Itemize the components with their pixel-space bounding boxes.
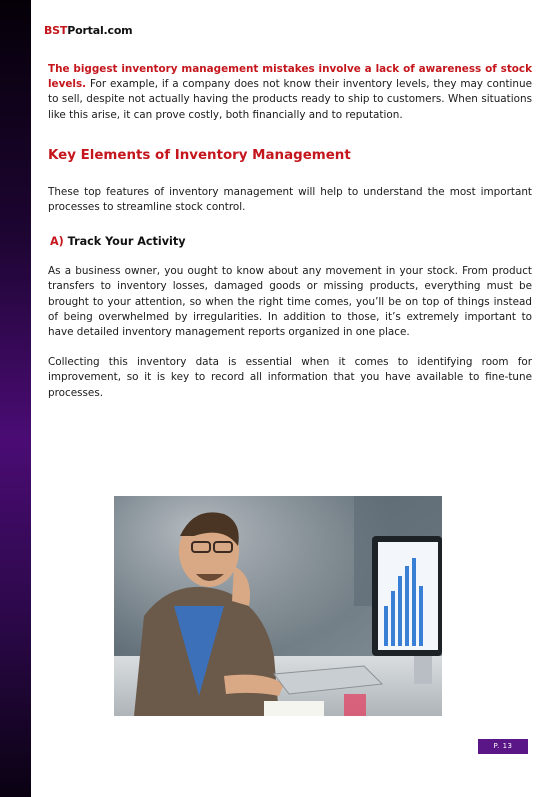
sidebar-stripe xyxy=(0,0,31,797)
paragraph-data: Collecting this inventory data is essent… xyxy=(48,356,532,399)
office-photo xyxy=(114,496,442,716)
intro-paragraph: The biggest inventory management mistake… xyxy=(48,62,532,123)
photo-illustration xyxy=(114,496,442,716)
page-number-badge: P. 13 xyxy=(478,739,528,754)
section-heading: Key Elements of Inventory Management xyxy=(48,147,351,163)
brand-logo[interactable]: BSTPortal.com xyxy=(44,24,133,37)
intro-body: For example, if a company does not know … xyxy=(48,78,532,121)
section-intro: These top features of inventory manageme… xyxy=(48,185,532,214)
paragraph-tracking: As a business owner, you ought to know a… xyxy=(48,265,532,339)
logo-domain: Portal.com xyxy=(67,24,133,37)
subsection-title: Track Your Activity xyxy=(63,235,186,249)
logo-brand: BST xyxy=(44,24,68,37)
subsection-heading: A) Track Your Activity xyxy=(50,234,532,249)
subsection-letter: A) xyxy=(50,235,64,249)
main-content: The biggest inventory management mistake… xyxy=(48,62,532,401)
